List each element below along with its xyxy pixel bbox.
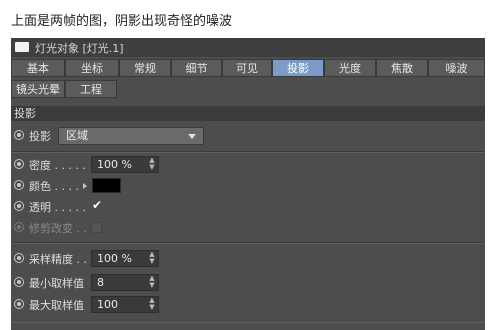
tab-coordinates[interactable]: 坐标 <box>65 59 119 77</box>
checkmark-icon[interactable]: ✔ <box>91 199 103 212</box>
shadow-type-dropdown[interactable]: 区域 <box>58 127 204 145</box>
panel-icon <box>15 42 29 52</box>
tab-project[interactable]: 工程 <box>65 80 117 98</box>
tab-caustics[interactable]: 焦散 <box>376 59 428 77</box>
sampling-accuracy-input[interactable]: 100 % ▲ ▼ <box>91 250 159 267</box>
min-samples-animate-radio[interactable] <box>14 277 24 287</box>
divider-highlight <box>11 152 485 153</box>
transparency-animate-radio[interactable] <box>14 201 24 211</box>
shadow-animate-radio[interactable] <box>14 130 24 140</box>
section-title: 投影 <box>14 107 36 120</box>
min-samples-input[interactable]: 8 ▲ ▼ <box>91 274 159 291</box>
density-value: 100 % <box>97 158 132 171</box>
spinner-arrows-icon[interactable]: ▲ ▼ <box>149 157 155 171</box>
attribute-manager-panel: 灯光对象 [灯光.1] 基本 坐标 常规 细节 可见 投影 光度 焦散 噪波 镜… <box>11 38 485 330</box>
section-header: 投影 <box>11 106 485 121</box>
tab-basic[interactable]: 基本 <box>11 59 65 77</box>
shadow-label: 投影 <box>29 130 51 143</box>
density-row: 密度 . . . . . 100 % ▲ ▼ <box>11 155 485 175</box>
tab-bar: 基本 坐标 常规 细节 可见 投影 光度 焦散 噪波 镜头光晕 工程 <box>11 59 485 101</box>
panel-title-bar: 灯光对象 [灯光.1] <box>11 38 485 57</box>
shadow-type-row: 投影 区域 <box>11 126 485 146</box>
spinner-arrows-icon[interactable]: ▲ ▼ <box>149 275 155 289</box>
sampling-accuracy-animate-radio[interactable] <box>14 253 24 263</box>
clipping-animate-radio <box>14 222 24 232</box>
sampling-accuracy-label: 采样精度 . . <box>29 253 87 266</box>
spinner-arrows-icon[interactable]: ▲ ▼ <box>149 297 155 311</box>
tab-lens-flare[interactable]: 镜头光晕 <box>11 80 65 98</box>
expand-arrow-icon[interactable] <box>83 183 87 189</box>
tab-shadow[interactable]: 投影 <box>272 59 324 77</box>
post-caption: 上面是两帧的图，阴影出现奇怪的噪波 <box>11 14 233 29</box>
sampling-accuracy-value: 100 % <box>97 252 132 265</box>
shadow-type-value: 区域 <box>66 129 88 142</box>
density-label: 密度 . . . . . <box>29 159 86 172</box>
clipping-row: 修剪改变 . . <box>11 218 485 238</box>
spinner-arrows-icon[interactable]: ▲ ▼ <box>149 251 155 265</box>
min-samples-value: 8 <box>97 276 104 289</box>
color-label: 颜色 . . . . <box>29 180 79 193</box>
clipping-label: 修剪改变 . . <box>29 222 87 235</box>
color-swatch[interactable] <box>92 178 121 193</box>
transparency-row: 透明 . . . . . ✔ <box>11 197 485 217</box>
tab-noise[interactable]: 噪波 <box>428 59 485 77</box>
transparency-label: 透明 . . . . . <box>29 201 86 214</box>
max-samples-animate-radio[interactable] <box>14 299 24 309</box>
divider-highlight <box>11 322 485 323</box>
max-samples-input[interactable]: 100 ▲ ▼ <box>91 296 159 313</box>
min-samples-label: 最小取样值 <box>29 277 84 290</box>
color-row: 颜色 . . . . <box>11 176 485 196</box>
max-samples-value: 100 <box>97 298 118 311</box>
tab-visibility[interactable]: 可见 <box>222 59 272 77</box>
density-input[interactable]: 100 % ▲ ▼ <box>91 156 159 173</box>
min-samples-row: 最小取样值 8 ▲ ▼ <box>11 273 485 293</box>
panel-title: 灯光对象 [灯光.1] <box>35 42 124 55</box>
sampling-accuracy-row: 采样精度 . . 100 % ▲ ▼ <box>11 249 485 269</box>
max-samples-row: 最大取样值 100 ▲ ▼ <box>11 295 485 315</box>
divider-highlight <box>11 243 485 244</box>
color-animate-radio[interactable] <box>14 180 24 190</box>
tab-details[interactable]: 细节 <box>171 59 222 77</box>
chevron-down-icon <box>188 134 196 139</box>
clipping-checkbox <box>91 222 102 233</box>
tab-general[interactable]: 常规 <box>119 59 171 77</box>
density-animate-radio[interactable] <box>14 159 24 169</box>
max-samples-label: 最大取样值 <box>29 299 84 312</box>
tab-photometric[interactable]: 光度 <box>324 59 376 77</box>
